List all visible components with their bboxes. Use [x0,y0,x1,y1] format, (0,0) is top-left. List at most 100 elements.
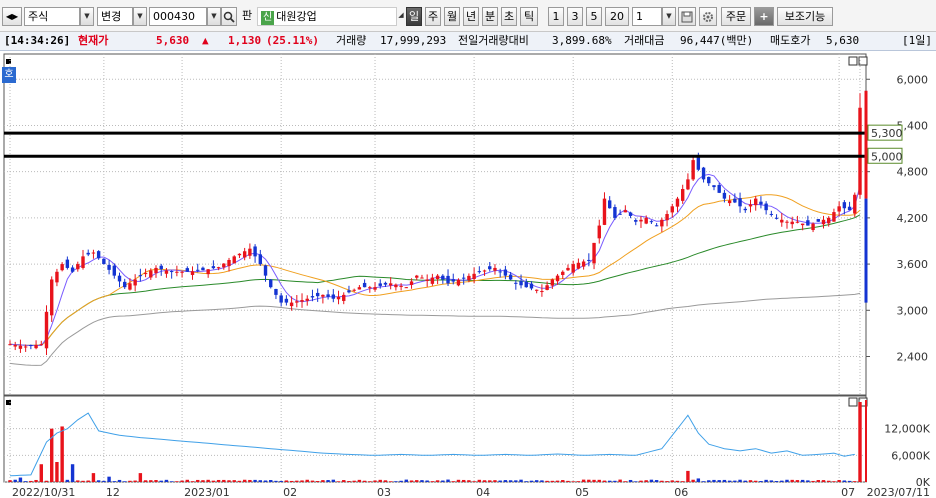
save-chart-button[interactable] [678,7,696,26]
change-select[interactable]: 변경 [97,7,133,26]
chart-svg[interactable]: 2,4003,0003,6004,2004,8005,4006,0000K6,0… [0,52,936,498]
count-input[interactable]: 1 [632,7,662,26]
interval-3-button[interactable]: 3 [567,7,583,26]
volume-bar [581,479,586,482]
pan-button[interactable]: 판 [239,7,255,26]
volume-bar [639,480,643,482]
volume-bar [738,479,742,482]
period-button-1[interactable]: 주 [425,7,441,26]
volume-bar [55,462,59,482]
volume-bar [242,479,247,482]
volume-bar [482,480,487,482]
prev-volume-label: 전일거래량대비 [458,34,529,47]
period-button-6[interactable]: 틱 [520,7,538,26]
candle-body [811,223,815,231]
interval-20-button[interactable]: 20 [605,7,629,26]
count-value: 1 [636,10,643,23]
side-tab[interactable]: 호 [2,67,16,83]
candle-body [628,212,633,216]
volume-bar [388,481,393,482]
volume-bar [143,480,148,482]
volume-bar [415,480,419,482]
candle-body [696,157,701,170]
market-type-dropdown-icon[interactable]: ▼ [80,7,94,26]
volume-bar [159,480,163,482]
volume-bar [383,480,388,482]
volume-bar [800,479,805,482]
stock-code-dropdown-icon[interactable]: ▼ [207,7,221,26]
volume-bar [13,479,17,482]
candle-body [258,254,263,265]
window-nav-button[interactable]: ◀▶ [2,7,22,26]
candle-body [50,279,54,316]
period-count: [1일] [902,34,932,47]
period-button-3[interactable]: 년 [463,7,479,26]
volume-bar [498,480,502,482]
aux-function-label: 보조기능 [784,10,826,23]
candle-body [409,281,414,285]
prev-volume-ratio: 3,899.68% [552,34,612,47]
volume-bar [185,479,190,482]
change-dropdown-icon[interactable]: ▼ [133,7,147,26]
order-button[interactable]: 주문 [721,7,751,26]
company-dropdown-icon[interactable]: ◢ [397,7,405,26]
time-tick-label: 05 [575,486,589,498]
candle-body [435,275,440,279]
volume-bar [315,481,320,482]
candle-body [305,298,309,301]
count-dropdown-icon[interactable]: ▼ [662,7,676,26]
volume-bar [712,479,716,482]
search-button[interactable] [221,7,237,26]
candle-body [717,184,721,193]
volume-bar [222,479,226,482]
candle-body [649,221,654,223]
candle-body [347,290,351,293]
volume-bar [138,473,143,482]
volume-bar [508,480,513,482]
interval-1-button[interactable]: 1 [548,7,564,26]
volume-bar [540,480,544,482]
price-pane-restore-icon [848,56,858,66]
volume-bar [628,479,633,482]
add-button[interactable]: + [754,7,774,26]
volume-bar [216,479,221,482]
volume-bar [634,481,638,482]
interval-5-button[interactable]: 5 [586,7,602,26]
quote-info-bar: [14:34:26] 현재가 5,630 ▲ 1,130 (25.11%) 거래… [0,32,936,51]
candle-body [660,219,664,227]
settings-button[interactable] [699,7,717,26]
volume-bar [654,480,659,482]
volume-bar [707,480,711,482]
volume-bar [284,480,289,482]
price-chart-area[interactable]: 호 2,400 3,000 3,600 4,200 4,800 5,400 6,000 0K 6… [0,52,936,498]
period-button-0[interactable]: 일 [406,7,422,26]
candle-body [128,283,132,290]
volume-bar [613,480,617,482]
candle-body [847,206,852,211]
candle-body [65,259,70,268]
volume-bar [117,479,122,482]
volume-bar [566,480,570,482]
market-type-select[interactable]: 주식 [24,7,80,26]
volume-bar [23,481,28,482]
period-button-2[interactable]: 월 [444,7,460,26]
candle-body [315,292,320,297]
volume-bar [368,481,372,482]
candle-body [790,221,794,225]
gear-icon [703,12,713,22]
candle-body [399,285,403,287]
candle-body [279,295,283,303]
volume-bar [680,481,685,482]
volume-bar [748,480,753,482]
aux-function-button[interactable]: 보조기능 [777,7,833,26]
period-button-4[interactable]: 분 [482,7,498,26]
candle-body [587,259,591,261]
volume-bar [227,480,231,482]
candle-body [842,202,847,209]
period-button-5[interactable]: 초 [501,7,517,26]
volume-bar [806,480,810,482]
stock-code-input[interactable]: 000430 [149,7,207,26]
volume-bar [602,480,607,482]
candle-body [29,345,33,347]
volume-bar [164,479,169,482]
